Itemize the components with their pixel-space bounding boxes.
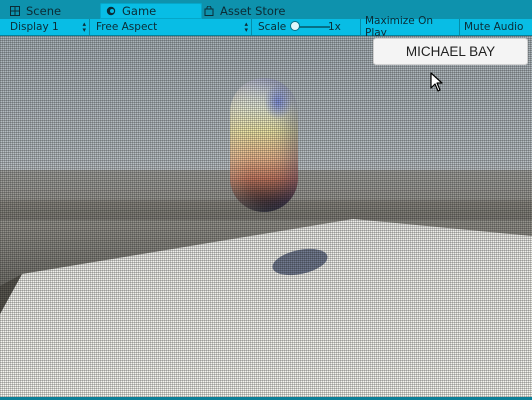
tab-asset-store-label: Asset Store xyxy=(220,4,286,18)
mouse-cursor-icon xyxy=(430,72,444,96)
unity-editor-window: Scene Game Asset Store Display 1 ▴ ▾ Free… xyxy=(0,0,532,400)
scale-control: Scale 1x xyxy=(254,19,360,35)
game-controller-icon xyxy=(106,6,116,16)
aspect-dropdown-value: Free Aspect xyxy=(96,21,158,33)
display-dropdown[interactable]: Display 1 ▴ ▾ xyxy=(6,19,90,35)
tab-asset-store[interactable]: Asset Store xyxy=(200,3,314,19)
aspect-dropdown[interactable]: Free Aspect ▴ ▾ xyxy=(92,19,252,35)
game-view-toolbar: Display 1 ▴ ▾ Free Aspect ▴ ▾ Scale 1x Max… xyxy=(0,15,532,39)
scale-slider-handle[interactable] xyxy=(290,21,300,31)
michael-bay-button[interactable]: MICHAEL BAY xyxy=(373,38,528,65)
dropdown-arrows-icon: ▴ ▾ xyxy=(82,20,86,34)
tab-game[interactable]: Game xyxy=(100,3,202,19)
tab-scene-label: Scene xyxy=(26,4,62,18)
tab-scene[interactable]: Scene xyxy=(6,3,100,19)
shopping-bag-icon xyxy=(204,6,214,16)
mute-audio-label: Mute Audio xyxy=(464,21,524,33)
tab-game-label: Game xyxy=(122,4,157,18)
dropdown-arrows-icon: ▴ ▾ xyxy=(244,20,248,34)
maximize-on-play-toggle[interactable]: Maximize On Play xyxy=(360,15,460,39)
capsule-highlight xyxy=(264,84,292,120)
scene-grid-icon xyxy=(10,6,20,16)
scale-label: Scale xyxy=(258,21,287,33)
display-dropdown-value: Display 1 xyxy=(10,21,59,33)
game-viewport[interactable]: MICHAEL BAY xyxy=(0,36,532,397)
scale-value: 1x xyxy=(328,21,341,33)
scale-slider-track[interactable] xyxy=(298,26,330,28)
mute-audio-toggle[interactable]: Mute Audio xyxy=(460,19,532,35)
